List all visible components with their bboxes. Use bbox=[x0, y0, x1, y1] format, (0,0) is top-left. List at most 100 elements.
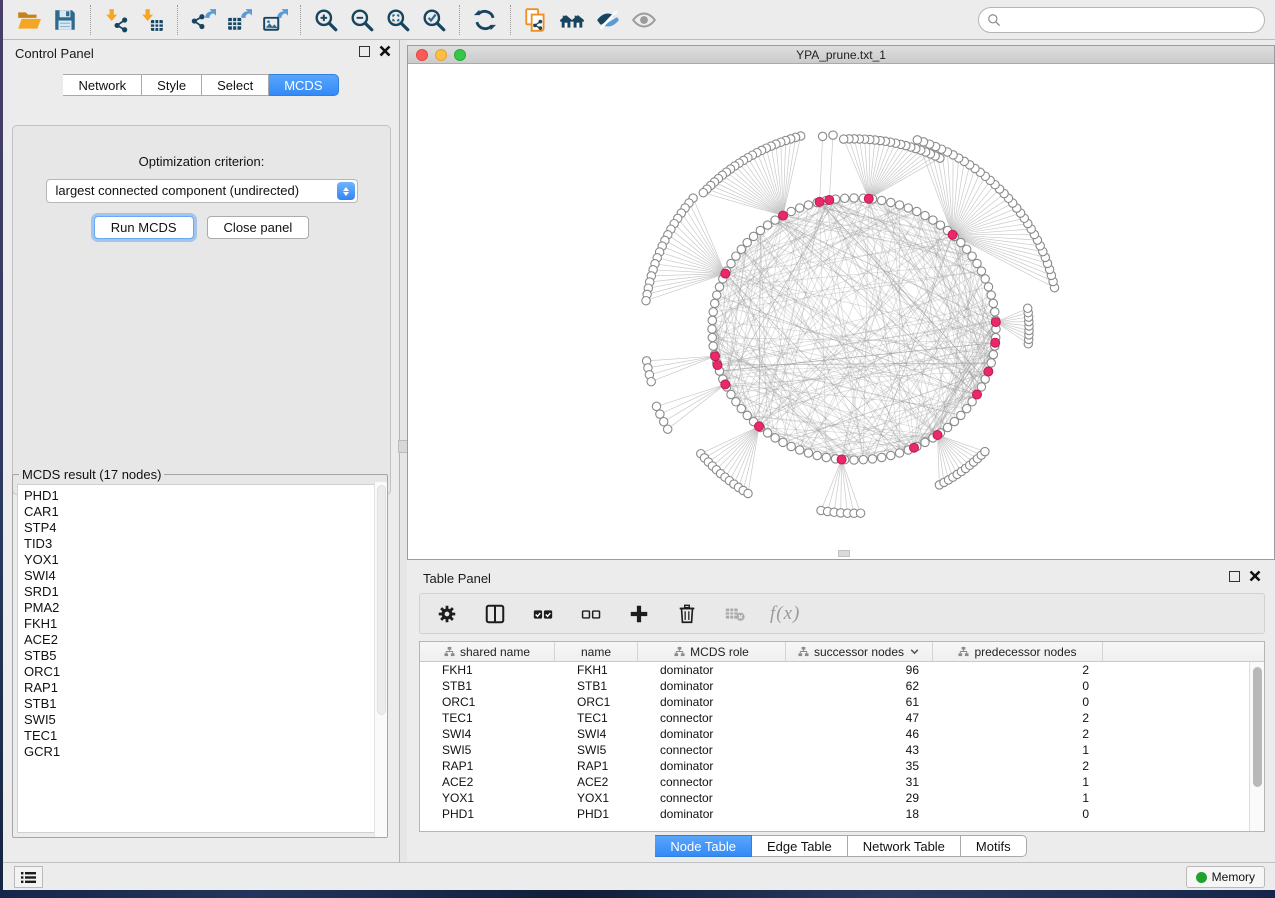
add-column-icon[interactable] bbox=[626, 601, 652, 627]
close-panel-icon[interactable] bbox=[379, 45, 391, 57]
network-canvas[interactable] bbox=[408, 64, 1274, 559]
cell-predecessor-nodes[interactable]: 2 bbox=[933, 710, 1103, 726]
save-session-icon[interactable] bbox=[47, 4, 83, 36]
mcds-result-node[interactable]: PMA2 bbox=[24, 600, 382, 616]
cell-successor-nodes[interactable]: 61 bbox=[786, 694, 933, 710]
table-row[interactable]: STB1 STB1 dominator 62 0 bbox=[420, 678, 1249, 694]
control-panel-tab[interactable]: MCDS bbox=[269, 74, 338, 96]
cell-name[interactable]: SWI4 bbox=[555, 726, 638, 742]
cell-successor-nodes[interactable]: 96 bbox=[786, 662, 933, 678]
table-scrollbar[interactable] bbox=[1249, 662, 1264, 831]
cell-shared-name[interactable]: SWI4 bbox=[420, 726, 555, 742]
control-panel-tab[interactable]: Network bbox=[63, 74, 142, 96]
mcds-result-node[interactable]: YOX1 bbox=[24, 552, 382, 568]
mcds-result-node[interactable]: PHD1 bbox=[24, 488, 382, 504]
cell-shared-name[interactable]: STB1 bbox=[420, 678, 555, 694]
show-all-icon[interactable] bbox=[626, 4, 662, 36]
mcds-result-node[interactable]: STB1 bbox=[24, 696, 382, 712]
cell-mcds-role[interactable]: dominator bbox=[638, 726, 786, 742]
cell-name[interactable]: TEC1 bbox=[555, 710, 638, 726]
mcds-result-node[interactable]: STB5 bbox=[24, 648, 382, 664]
mcds-result-node[interactable]: STP4 bbox=[24, 520, 382, 536]
mcds-result-node[interactable]: RAP1 bbox=[24, 680, 382, 696]
close-panel-icon[interactable] bbox=[1249, 570, 1261, 582]
run-mcds-button[interactable]: Run MCDS bbox=[94, 216, 194, 239]
cell-shared-name[interactable]: ORC1 bbox=[420, 694, 555, 710]
cell-mcds-role[interactable]: connector bbox=[638, 710, 786, 726]
cell-successor-nodes[interactable]: 62 bbox=[786, 678, 933, 694]
mcds-result-node[interactable]: GCR1 bbox=[24, 744, 382, 760]
cell-successor-nodes[interactable]: 31 bbox=[786, 774, 933, 790]
cell-mcds-role[interactable]: dominator bbox=[638, 758, 786, 774]
cell-name[interactable]: ORC1 bbox=[555, 694, 638, 710]
cell-shared-name[interactable]: RAP1 bbox=[420, 758, 555, 774]
cell-mcds-role[interactable]: connector bbox=[638, 742, 786, 758]
cell-predecessor-nodes[interactable]: 1 bbox=[933, 790, 1103, 806]
cell-shared-name[interactable]: FKH1 bbox=[420, 662, 555, 678]
float-panel-icon[interactable] bbox=[1229, 571, 1240, 582]
new-network-from-selection-icon[interactable] bbox=[518, 4, 554, 36]
mcds-result-node[interactable]: TID3 bbox=[24, 536, 382, 552]
table-row[interactable]: PHD1 PHD1 dominator 18 0 bbox=[420, 806, 1249, 822]
cell-successor-nodes[interactable]: 35 bbox=[786, 758, 933, 774]
cell-shared-name[interactable]: SWI5 bbox=[420, 742, 555, 758]
cell-name[interactable]: SWI5 bbox=[555, 742, 638, 758]
cell-mcds-role[interactable]: connector bbox=[638, 790, 786, 806]
cell-mcds-role[interactable]: connector bbox=[638, 774, 786, 790]
zoom-selected-icon[interactable] bbox=[416, 4, 452, 36]
cell-predecessor-nodes[interactable]: 0 bbox=[933, 806, 1103, 822]
cell-predecessor-nodes[interactable]: 2 bbox=[933, 758, 1103, 774]
table-panel-tab[interactable]: Edge Table bbox=[752, 835, 848, 857]
table-row[interactable]: ORC1 ORC1 dominator 61 0 bbox=[420, 694, 1249, 710]
cell-shared-name[interactable]: YOX1 bbox=[420, 790, 555, 806]
hide-selected-icon[interactable] bbox=[590, 4, 626, 36]
cell-name[interactable]: PHD1 bbox=[555, 806, 638, 822]
cell-successor-nodes[interactable]: 43 bbox=[786, 742, 933, 758]
cell-mcds-role[interactable]: dominator bbox=[638, 694, 786, 710]
delete-columns-trash-icon[interactable] bbox=[674, 601, 700, 627]
mcds-result-node[interactable]: CAR1 bbox=[24, 504, 382, 520]
mcds-result-list[interactable]: PHD1CAR1STP4TID3YOX1SWI4SRD1PMA2FKH1ACE2… bbox=[17, 484, 383, 833]
mcds-result-node[interactable]: TEC1 bbox=[24, 728, 382, 744]
select-all-columns-icon[interactable] bbox=[530, 601, 556, 627]
refresh-icon[interactable] bbox=[467, 4, 503, 36]
network-splitter-grip[interactable] bbox=[838, 550, 850, 557]
cell-shared-name[interactable]: TEC1 bbox=[420, 710, 555, 726]
cell-name[interactable]: STB1 bbox=[555, 678, 638, 694]
cell-successor-nodes[interactable]: 46 bbox=[786, 726, 933, 742]
table-panel-tab[interactable]: Motifs bbox=[961, 835, 1027, 857]
cell-mcds-role[interactable]: dominator bbox=[638, 662, 786, 678]
zoom-in-icon[interactable] bbox=[308, 4, 344, 36]
table-row[interactable]: TEC1 TEC1 connector 47 2 bbox=[420, 710, 1249, 726]
cell-name[interactable]: YOX1 bbox=[555, 790, 638, 806]
float-panel-icon[interactable] bbox=[359, 46, 370, 57]
settings-gear-icon[interactable] bbox=[434, 601, 460, 627]
first-neighbors-icon[interactable] bbox=[554, 4, 590, 36]
column-header-mcds-role[interactable]: MCDS role bbox=[638, 642, 786, 661]
cell-successor-nodes[interactable]: 18 bbox=[786, 806, 933, 822]
cell-shared-name[interactable]: PHD1 bbox=[420, 806, 555, 822]
search-box[interactable] bbox=[978, 7, 1265, 33]
column-header-successor-nodes[interactable]: successor nodes bbox=[786, 642, 933, 661]
cell-mcds-role[interactable]: dominator bbox=[638, 678, 786, 694]
export-network-icon[interactable] bbox=[185, 4, 221, 36]
scrollbar-thumb[interactable] bbox=[1253, 667, 1262, 787]
cell-mcds-role[interactable]: dominator bbox=[638, 806, 786, 822]
cell-predecessor-nodes[interactable]: 0 bbox=[933, 678, 1103, 694]
cell-predecessor-nodes[interactable]: 1 bbox=[933, 742, 1103, 758]
cell-successor-nodes[interactable]: 29 bbox=[786, 790, 933, 806]
optimization-criterion-select[interactable]: largest connected component (undirected) bbox=[46, 179, 358, 203]
mcds-result-node[interactable]: SWI4 bbox=[24, 568, 382, 584]
mcds-result-node[interactable]: FKH1 bbox=[24, 616, 382, 632]
cell-predecessor-nodes[interactable]: 2 bbox=[933, 662, 1103, 678]
zoom-out-icon[interactable] bbox=[344, 4, 380, 36]
table-row[interactable]: YOX1 YOX1 connector 29 1 bbox=[420, 790, 1249, 806]
cell-name[interactable]: FKH1 bbox=[555, 662, 638, 678]
export-table-icon[interactable] bbox=[221, 4, 257, 36]
mcds-result-node[interactable]: ORC1 bbox=[24, 664, 382, 680]
cell-predecessor-nodes[interactable]: 2 bbox=[933, 726, 1103, 742]
column-header-name[interactable]: name bbox=[555, 642, 638, 661]
deselect-all-columns-icon[interactable] bbox=[578, 601, 604, 627]
memory-button[interactable]: Memory bbox=[1186, 866, 1265, 888]
network-window-titlebar[interactable]: YPA_prune.txt_1 bbox=[408, 46, 1274, 64]
